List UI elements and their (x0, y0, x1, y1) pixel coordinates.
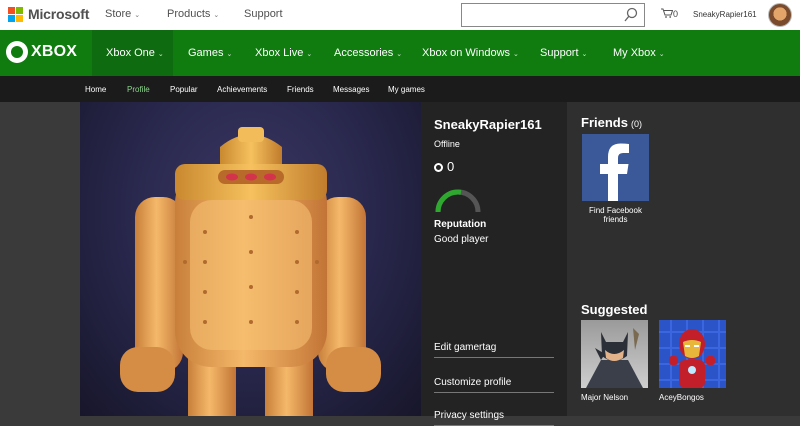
xbox-logo-icon[interactable] (6, 41, 28, 63)
subnav-my-games[interactable]: My games (388, 85, 425, 94)
avatar-showcase (80, 102, 421, 416)
presence-status: Offline (434, 139, 460, 149)
tab-accessories[interactable]: Accessories ⌄ (334, 30, 402, 76)
search-input[interactable] (461, 3, 645, 27)
cart-button[interactable]: 0 (661, 8, 678, 19)
gamerscore-icon (434, 163, 443, 172)
nav-store[interactable]: Store ⌄ (105, 8, 140, 20)
tab-xbox-on-windows-label: Xbox on Windows (422, 47, 511, 59)
tab-my-xbox-label: My Xbox (613, 47, 656, 59)
facebook-tile[interactable] (582, 134, 649, 201)
profile-panel (421, 102, 567, 416)
cart-count: 0 (673, 9, 679, 19)
page-margin (0, 102, 80, 416)
chevron-down-icon: ⌄ (513, 51, 519, 58)
chevron-down-icon: ⌄ (658, 51, 665, 58)
friends-heading: Friends (0) (581, 115, 642, 130)
ironman-avatar-icon (659, 320, 726, 388)
tab-xbox-live[interactable]: Xbox Live ⌄ (255, 30, 312, 76)
subnav-friends[interactable]: Friends (287, 85, 314, 94)
tab-xbox-one-label: Xbox One (106, 47, 155, 59)
microsoft-logo-icon[interactable] (8, 7, 24, 23)
suggested-name-major-nelson[interactable]: Major Nelson (581, 393, 628, 402)
tab-games[interactable]: Games ⌄ (188, 30, 232, 76)
friends-count: (0) (630, 119, 642, 129)
tab-my-xbox[interactable]: My Xbox ⌄ (613, 30, 665, 76)
privacy-settings-link[interactable]: Privacy settings (434, 410, 554, 426)
subnav-profile[interactable]: Profile (127, 85, 150, 94)
subnav-messages[interactable]: Messages (333, 85, 369, 94)
reputation-value: Good player (434, 234, 489, 245)
nav-support[interactable]: Support (244, 8, 283, 20)
suggested-tile-major-nelson[interactable] (581, 320, 648, 388)
robot-avatar-image (120, 127, 381, 416)
gamerscore: 0 (447, 159, 455, 174)
subnav-popular[interactable]: Popular (170, 85, 198, 94)
chevron-down-icon: ⌄ (396, 51, 403, 58)
suggested-name-aceybongos[interactable]: AceyBongos (659, 393, 704, 402)
tab-support[interactable]: Support ⌄ (540, 30, 587, 76)
subnav-home[interactable]: Home (85, 85, 106, 94)
nav-products-label: Products (167, 8, 211, 20)
batman-avatar-icon (586, 328, 643, 388)
chevron-down-icon: ⌄ (306, 51, 313, 58)
tab-accessories-label: Accessories (334, 47, 394, 59)
suggested-heading: Suggested (581, 302, 648, 317)
nav-store-label: Store (105, 8, 132, 20)
reputation-label: Reputation (434, 219, 487, 230)
account-name[interactable]: SneakyRapier161 (693, 10, 757, 19)
avatar[interactable] (768, 3, 792, 27)
xbox-wordmark[interactable]: XBOX (31, 43, 77, 61)
chevron-down-icon: ⌄ (134, 12, 141, 19)
customize-profile-link[interactable]: Customize profile (434, 377, 554, 393)
tab-xbox-live-label: Xbox Live (255, 47, 304, 59)
friends-title: Friends (581, 115, 628, 130)
reputation-gauge-icon (435, 189, 481, 213)
gamertag: SneakyRapier161 (434, 117, 542, 132)
nav-products[interactable]: Products ⌄ (167, 8, 219, 20)
cart-icon (661, 8, 674, 18)
suggested-tile-aceybongos[interactable] (659, 320, 726, 388)
chevron-down-icon: ⌄ (226, 51, 233, 58)
tab-support-label: Support (540, 47, 579, 59)
subnav-achievements[interactable]: Achievements (217, 85, 267, 94)
tab-xbox-one[interactable]: Xbox One ⌄ (92, 30, 173, 76)
edit-gamertag-link[interactable]: Edit gamertag (434, 342, 554, 358)
tab-xbox-on-windows[interactable]: Xbox on Windows ⌄ (422, 30, 519, 76)
nav-support-label: Support (244, 8, 283, 20)
chevron-down-icon: ⌄ (581, 51, 588, 58)
facebook-icon (600, 143, 629, 201)
chevron-down-icon: ⌄ (157, 51, 164, 58)
tab-games-label: Games (188, 47, 224, 59)
microsoft-wordmark[interactable]: Microsoft (28, 6, 89, 22)
search-icon[interactable] (624, 7, 638, 23)
find-facebook-friends-link[interactable]: Find Facebook friends (582, 206, 649, 224)
chevron-down-icon: ⌄ (213, 12, 220, 19)
